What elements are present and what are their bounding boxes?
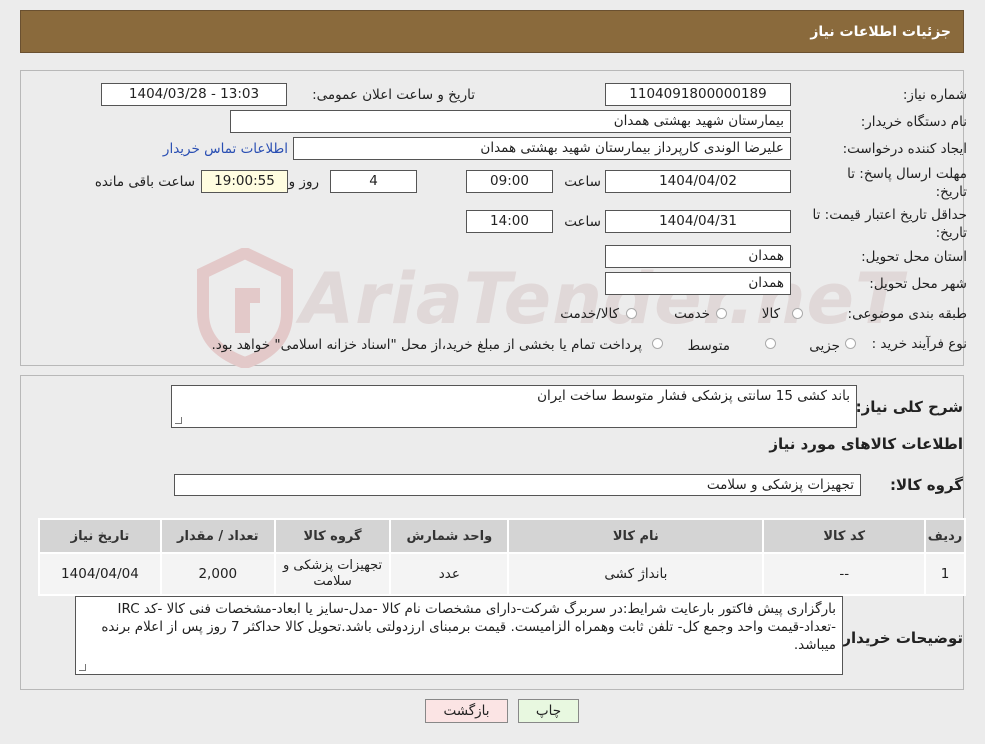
announce-label: تاریخ و ساعت اعلان عمومی: — [312, 87, 475, 103]
validity-label: حداقل تاریخ اعتبار قیمت: تا تاریخ: — [813, 206, 967, 242]
process-option-medium: متوسط — [687, 338, 730, 354]
remaining-time-field: 19:00:55 — [201, 170, 288, 193]
announce-field: 1404/03/28 - 13:03 — [101, 83, 287, 106]
requester-label: ایجاد کننده درخواست: — [842, 141, 967, 157]
goods-table: ردیف کد کالا نام کالا واحد شمارش گروه کا… — [38, 518, 966, 596]
page-title: جزئیات اطلاعات نیاز — [810, 24, 951, 40]
deadline-time-field: 09:00 — [466, 170, 553, 193]
cell-goods-code: -- — [762, 552, 927, 596]
process-radio-medium[interactable] — [765, 338, 776, 349]
notes-label: توضیحات خریدار: — [836, 629, 963, 647]
category-radio-goods-service[interactable] — [626, 308, 637, 319]
col-goods-code: کد کالا — [762, 518, 927, 554]
summary-text: باند کشی 15 سانتی پزشکی فشار متوسط ساخت … — [537, 388, 850, 404]
validity-label-line1: حداقل تاریخ اعتبار قیمت: تا — [812, 207, 967, 223]
col-row-number: ردیف — [924, 518, 966, 554]
col-quantity: تعداد / مقدار — [159, 518, 276, 554]
goods-info-title: اطلاعات کالاهای مورد نیاز — [769, 435, 963, 453]
validity-date-field: 1404/04/31 — [605, 210, 791, 233]
col-need-date: تاریخ نیاز — [38, 518, 162, 554]
print-button[interactable]: چاپ — [518, 699, 579, 723]
validity-label-line2: تاریخ: — [935, 225, 967, 241]
table-row: 1 -- بانداژ کشی عدد تجهیزات پزشکی و سلام… — [38, 552, 966, 596]
cell-goods-group: تجهیزات پزشکی و سلامت — [273, 552, 392, 596]
province-label: استان محل تحویل: — [861, 249, 967, 265]
category-label: طبقه بندی موضوعی: — [847, 306, 967, 322]
cell-goods-name: بانداژ کشی — [507, 552, 765, 596]
group-label: گروه کالا: — [890, 476, 963, 494]
province-field: همدان — [605, 245, 791, 268]
page-header: جزئیات اطلاعات نیاز — [20, 10, 964, 53]
process-note: پرداخت تمام یا بخشی از مبلغ خرید،از محل … — [211, 337, 642, 353]
col-unit: واحد شمارش — [389, 518, 510, 554]
need-number-field: 1104091800000189 — [605, 83, 791, 106]
city-label: شهر محل تحویل: — [869, 276, 967, 292]
back-button[interactable]: بازگشت — [425, 699, 508, 723]
resize-handle[interactable] — [79, 664, 86, 671]
buyer-contact-link[interactable]: اطلاعات تماس خریدار — [163, 141, 288, 157]
requester-field: علیرضا الوندی کارپرداز بیمارستان شهید به… — [293, 137, 791, 160]
deadline-label-line2: تاریخ: — [935, 184, 967, 200]
resize-handle[interactable] — [175, 417, 182, 424]
need-number-label: شماره نیاز: — [902, 87, 967, 103]
watermark-text: AriaTender.neT — [300, 258, 904, 340]
buyer-org-field: بیمارستان شهید بهشتی همدان — [230, 110, 791, 133]
process-label: نوع فرآیند خرید : — [871, 336, 967, 352]
cell-row-number: 1 — [924, 552, 966, 596]
category-radio-service[interactable] — [716, 308, 727, 319]
deadline-time-label: ساعت — [564, 174, 601, 190]
group-field: تجهیزات پزشکی و سلامت — [174, 474, 861, 496]
category-option-goods-service: کالا/خدمت — [560, 306, 619, 322]
table-header-row: ردیف کد کالا نام کالا واحد شمارش گروه کا… — [38, 518, 966, 554]
category-option-goods: کالا — [761, 306, 780, 322]
summary-textarea[interactable]: باند کشی 15 سانتی پزشکی فشار متوسط ساخت … — [171, 385, 857, 428]
cell-need-date: 1404/04/04 — [38, 552, 162, 596]
process-radio-treasury[interactable] — [652, 338, 663, 349]
days-field: 4 — [330, 170, 417, 193]
col-goods-name: نام کالا — [507, 518, 765, 554]
deadline-label-line1: مهلت ارسال پاسخ: تا — [847, 166, 967, 182]
deadline-date-field: 1404/04/02 — [605, 170, 791, 193]
process-option-partial: جزیی — [809, 338, 840, 354]
process-radio-partial[interactable] — [845, 338, 856, 349]
col-goods-group: گروه کالا — [273, 518, 392, 554]
remaining-label: ساعت باقی مانده — [94, 174, 195, 190]
notes-textarea[interactable]: بارگزاری پیش فاکتور بارعایت شرایط:در سرب… — [75, 596, 843, 675]
validity-time-field: 14:00 — [466, 210, 553, 233]
notes-text: بارگزاری پیش فاکتور بارعایت شرایط:در سرب… — [101, 601, 836, 653]
cell-quantity: 2,000 — [159, 552, 276, 596]
deadline-label: مهلت ارسال پاسخ: تا تاریخ: — [847, 165, 967, 201]
category-radio-goods[interactable] — [792, 308, 803, 319]
days-label: روز و — [288, 174, 319, 190]
cell-unit: عدد — [389, 552, 510, 596]
validity-time-label: ساعت — [564, 214, 601, 230]
category-option-service: خدمت — [674, 306, 710, 322]
buyer-org-label: نام دستگاه خریدار: — [860, 114, 967, 130]
summary-label: شرح کلی نیاز: — [855, 398, 963, 416]
city-field: همدان — [605, 272, 791, 295]
